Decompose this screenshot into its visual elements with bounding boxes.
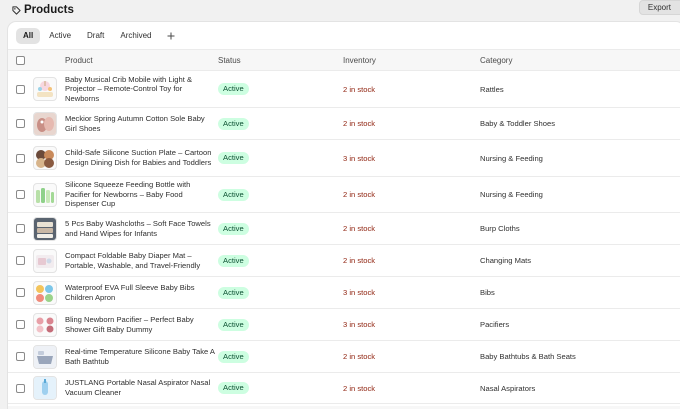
filter-tabs: All Active Draft Archived: [8, 22, 680, 49]
product-thumbnail[interactable]: [33, 376, 57, 400]
page-header: Products Export: [0, 0, 680, 20]
product-thumbnail[interactable]: [33, 280, 57, 305]
row-checkbox[interactable]: [16, 256, 25, 265]
product-name-link[interactable]: Bling Newborn Pacifier – Perfect Baby Sh…: [65, 315, 217, 334]
product-name-link[interactable]: 5 Pcs Baby Washcloths – Soft Face Towels…: [65, 219, 217, 238]
inventory-value: 3 in stock: [343, 320, 376, 329]
product-name-link[interactable]: Compact Foldable Baby Diaper Mat – Porta…: [65, 251, 217, 270]
table-row[interactable]: Compact Foldable Baby Diaper Mat – Porta…: [8, 245, 680, 277]
inventory-value: 2 in stock: [343, 256, 376, 265]
product-name-link[interactable]: Child-Safe Silicone Suction Plate – Cart…: [65, 148, 217, 167]
inventory-value: 2 in stock: [343, 383, 376, 393]
category-value: Pacifiers: [480, 320, 510, 329]
tab-draft[interactable]: Draft: [80, 28, 111, 44]
product-thumbnail[interactable]: [33, 248, 57, 273]
category-value: Baby Bathtubs & Bath Seats: [480, 352, 576, 361]
column-header-product[interactable]: Product: [65, 50, 93, 70]
status-badge: Active: [218, 222, 249, 235]
table-row[interactable]: Child-Safe Silicone Suction Plate – Cart…: [8, 140, 680, 177]
category-value: Nursing & Feeding: [480, 153, 543, 163]
status-badge: Active: [218, 382, 249, 394]
category-value: Bibs: [480, 288, 495, 297]
inventory-value: 3 in stock: [343, 288, 376, 297]
page-title: Products: [24, 4, 74, 16]
column-header-inventory[interactable]: Inventory: [343, 50, 376, 70]
table-row[interactable]: Waterproof EVA Full Sleeve Baby Bibs Chi…: [8, 277, 680, 309]
tab-all[interactable]: All: [16, 27, 41, 44]
product-thumbnail[interactable]: [33, 216, 57, 241]
product-thumbnail[interactable]: [33, 111, 57, 136]
row-checkbox[interactable]: [16, 352, 25, 361]
category-value: Nasal Aspirators: [480, 383, 536, 393]
status-badge: Active: [218, 83, 249, 95]
status-badge: Active: [218, 254, 249, 267]
tab-archived[interactable]: Archived: [113, 28, 158, 44]
table-header: Product Status Inventory Category: [8, 49, 680, 71]
products-card: All Active Draft Archived Product Status…: [8, 22, 680, 409]
product-thumbnail[interactable]: [33, 312, 57, 337]
product-name-link[interactable]: Silicone Squeeze Feeding Bottle with Pac…: [65, 180, 217, 209]
product-thumbnail[interactable]: [33, 146, 57, 170]
product-thumbnail[interactable]: [33, 344, 57, 369]
category-value: Nursing & Feeding: [480, 190, 543, 199]
inventory-value: 2 in stock: [343, 352, 376, 361]
export-button[interactable]: Export: [638, 0, 680, 15]
add-view-button[interactable]: [161, 28, 181, 44]
status-badge: Active: [218, 152, 249, 164]
table-row[interactable]: Meckior Spring Autumn Cotton Sole Baby G…: [8, 108, 680, 140]
inventory-value: 2 in stock: [343, 224, 376, 233]
product-name-link[interactable]: Baby Musical Crib Mobile with Light & Pr…: [65, 75, 217, 104]
row-checkbox[interactable]: [16, 190, 25, 199]
table-row[interactable]: Bling Newborn Pacifier – Perfect Baby Sh…: [8, 309, 680, 341]
row-checkbox[interactable]: [16, 84, 25, 94]
table-body: Baby Musical Crib Mobile with Light & Pr…: [8, 71, 680, 404]
status-badge: Active: [218, 117, 249, 130]
product-thumbnail[interactable]: [33, 182, 57, 207]
product-thumbnail[interactable]: [33, 77, 57, 101]
status-badge: Active: [218, 350, 249, 363]
category-value: Rattles: [480, 84, 504, 94]
product-name-link[interactable]: JUSTLANG Portable Nasal Aspirator Nasal …: [65, 378, 217, 397]
inventory-value: 2 in stock: [343, 119, 376, 128]
product-name-link[interactable]: Meckior Spring Autumn Cotton Sole Baby G…: [65, 114, 217, 133]
row-checkbox[interactable]: [16, 383, 25, 393]
status-badge: Active: [218, 318, 249, 331]
status-badge: Active: [218, 188, 249, 201]
column-header-status[interactable]: Status: [218, 50, 241, 70]
category-value: Burp Cloths: [480, 224, 520, 233]
row-checkbox[interactable]: [16, 320, 25, 329]
row-checkbox[interactable]: [16, 224, 25, 233]
plus-icon: [167, 32, 174, 39]
product-name-link[interactable]: Waterproof EVA Full Sleeve Baby Bibs Chi…: [65, 283, 217, 302]
product-name-link[interactable]: Real-time Temperature Silicone Baby Take…: [65, 347, 217, 366]
row-checkbox[interactable]: [16, 153, 25, 163]
table-row[interactable]: JUSTLANG Portable Nasal Aspirator Nasal …: [8, 373, 680, 404]
row-checkbox[interactable]: [16, 119, 25, 128]
table-row[interactable]: Real-time Temperature Silicone Baby Take…: [8, 341, 680, 373]
category-value: Baby & Toddler Shoes: [480, 119, 556, 128]
tab-active[interactable]: Active: [42, 28, 78, 44]
status-badge: Active: [218, 286, 249, 299]
tag-icon: [12, 5, 21, 15]
inventory-value: 3 in stock: [343, 153, 376, 163]
column-header-category[interactable]: Category: [480, 50, 512, 70]
select-all-checkbox[interactable]: [16, 55, 25, 65]
category-value: Changing Mats: [480, 256, 532, 265]
inventory-value: 2 in stock: [343, 84, 376, 94]
inventory-value: 2 in stock: [343, 190, 376, 199]
table-row[interactable]: 5 Pcs Baby Washcloths – Soft Face Towels…: [8, 213, 680, 245]
table-row[interactable]: Baby Musical Crib Mobile with Light & Pr…: [8, 71, 680, 108]
table-row[interactable]: Silicone Squeeze Feeding Bottle with Pac…: [8, 177, 680, 213]
row-checkbox[interactable]: [16, 288, 25, 297]
